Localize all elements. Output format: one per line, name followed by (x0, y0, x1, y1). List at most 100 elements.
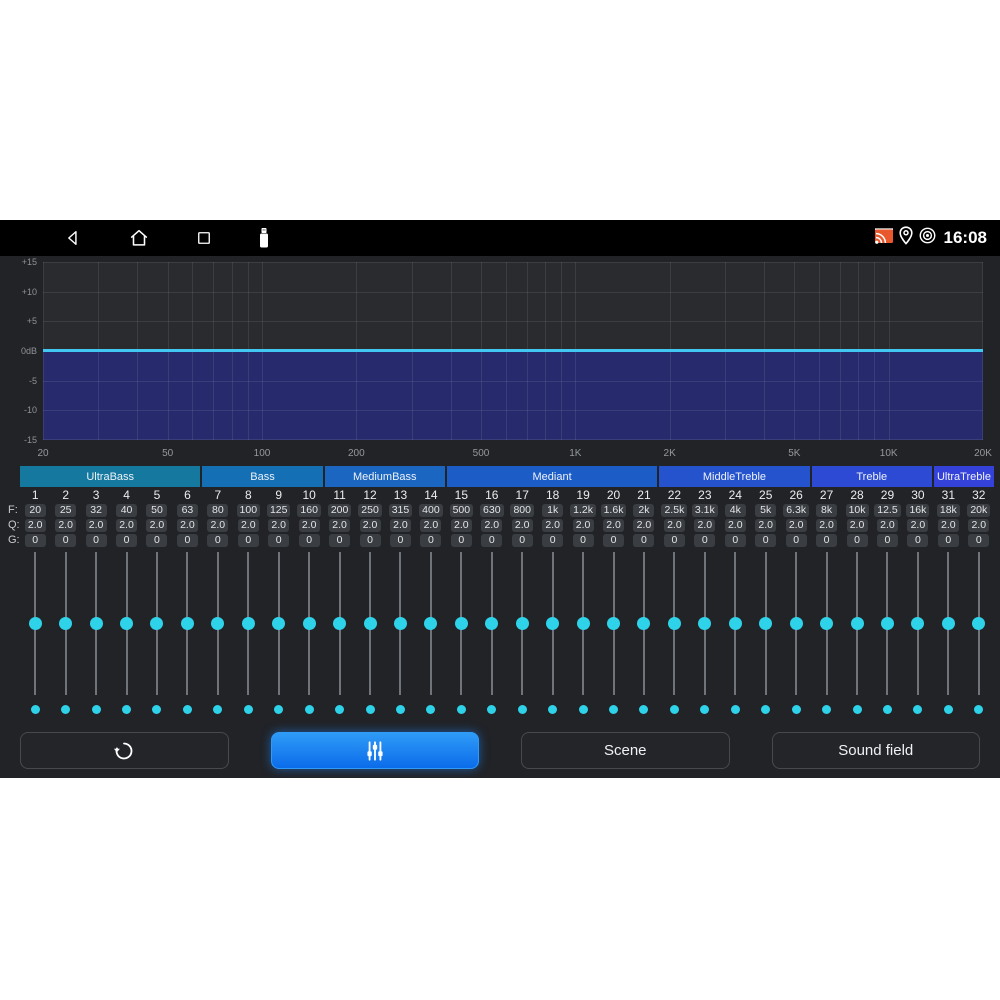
gain-slider-knob[interactable] (942, 617, 955, 630)
gain-slider-knob[interactable] (181, 617, 194, 630)
gain-slider-knob[interactable] (455, 617, 468, 630)
gain-slider[interactable] (751, 552, 781, 695)
gain-slider-knob[interactable] (29, 617, 42, 630)
gain-slider[interactable] (324, 552, 354, 695)
gain-slider[interactable] (385, 552, 415, 695)
gain-slider-knob[interactable] (364, 617, 377, 630)
gain-slider-knob[interactable] (820, 617, 833, 630)
frequency-tick-label: 20K (974, 448, 992, 459)
gain-slider-knob[interactable] (272, 617, 285, 630)
band-column: 222.5k2.00 (659, 487, 689, 714)
band-group-bass[interactable]: Bass (202, 466, 322, 487)
band-frequency-value: 10k (846, 504, 869, 517)
gain-slider-knob[interactable] (577, 617, 590, 630)
band-column: 81002.00 (233, 487, 263, 714)
band-group-treble[interactable]: Treble (812, 466, 932, 487)
gain-slider-knob[interactable] (881, 617, 894, 630)
gain-slider[interactable] (811, 552, 841, 695)
band-group-middletreble[interactable]: MiddleTreble (659, 466, 809, 487)
gain-slider-knob[interactable] (242, 617, 255, 630)
band-group-mediant[interactable]: Mediant (447, 466, 657, 487)
grid-line-horizontal (43, 439, 983, 440)
gain-slider[interactable] (20, 552, 50, 695)
band-column: 155002.00 (446, 487, 476, 714)
hotspot-icon (918, 226, 937, 250)
reset-button[interactable] (20, 732, 229, 769)
home-icon[interactable] (128, 227, 150, 249)
gain-slider-knob[interactable] (424, 617, 437, 630)
band-number: 13 (394, 487, 407, 504)
band-q-value: 2.0 (116, 519, 137, 532)
gain-slider[interactable] (416, 552, 446, 695)
gain-slider[interactable] (264, 552, 294, 695)
gain-slider-knob[interactable] (911, 617, 924, 630)
gain-slider-knob[interactable] (120, 617, 133, 630)
gain-slider-knob[interactable] (485, 617, 498, 630)
gain-slider[interactable] (720, 552, 750, 695)
band-frequency-value: 250 (358, 504, 382, 517)
gain-slider[interactable] (203, 552, 233, 695)
band-group-ultrabass[interactable]: UltraBass (20, 466, 200, 487)
gain-slider[interactable] (629, 552, 659, 695)
gain-slider-knob[interactable] (790, 617, 803, 630)
gain-slider[interactable] (690, 552, 720, 695)
gain-slider-knob[interactable] (759, 617, 772, 630)
gain-slider-knob[interactable] (972, 617, 985, 630)
gain-slider[interactable] (142, 552, 172, 695)
gain-slider-knob[interactable] (516, 617, 529, 630)
band-indicator-dot (639, 705, 648, 714)
gain-slider-knob[interactable] (668, 617, 681, 630)
back-icon[interactable] (63, 228, 83, 248)
gain-slider[interactable] (659, 552, 689, 695)
band-frequency-value: 125 (267, 504, 291, 517)
gain-slider-knob[interactable] (729, 617, 742, 630)
band-column: 4402.00 (111, 487, 141, 714)
band-frequency-value: 200 (328, 504, 352, 517)
response-curve (43, 349, 983, 352)
band-group-mediumbass[interactable]: MediumBass (325, 466, 445, 487)
gain-slider[interactable] (964, 552, 994, 695)
band-frequency-value: 400 (419, 504, 443, 517)
band-column: 3118k2.00 (933, 487, 963, 714)
band-frequency-value: 100 (237, 504, 261, 517)
gain-slider-knob[interactable] (698, 617, 711, 630)
scene-button[interactable]: Scene (521, 732, 730, 769)
gain-slider-knob[interactable] (394, 617, 407, 630)
gain-slider[interactable] (111, 552, 141, 695)
gain-slider[interactable] (81, 552, 111, 695)
gain-slider[interactable] (355, 552, 385, 695)
gain-slider-knob[interactable] (546, 617, 559, 630)
gain-slider[interactable] (507, 552, 537, 695)
gain-slider[interactable] (446, 552, 476, 695)
band-group-ultratreble[interactable]: UltraTreble (934, 466, 994, 487)
gain-slider[interactable] (294, 552, 324, 695)
recents-icon[interactable] (195, 229, 213, 247)
gain-slider-knob[interactable] (90, 617, 103, 630)
gain-slider[interactable] (568, 552, 598, 695)
band-indicator-dot (944, 705, 953, 714)
gain-slider-knob[interactable] (211, 617, 224, 630)
gain-slider[interactable] (172, 552, 202, 695)
gain-slider[interactable] (537, 552, 567, 695)
gain-slider[interactable] (233, 552, 263, 695)
gain-slider-knob[interactable] (637, 617, 650, 630)
gain-slider-knob[interactable] (333, 617, 346, 630)
sound-field-button[interactable]: Sound field (772, 732, 981, 769)
band-number: 28 (850, 487, 863, 504)
gain-slider[interactable] (872, 552, 902, 695)
gain-slider-knob[interactable] (303, 617, 316, 630)
gain-slider-knob[interactable] (150, 617, 163, 630)
gain-slider[interactable] (781, 552, 811, 695)
gain-slider[interactable] (50, 552, 80, 695)
gain-slider-knob[interactable] (851, 617, 864, 630)
band-column: 122502.00 (355, 487, 385, 714)
gain-slider[interactable] (933, 552, 963, 695)
gain-slider[interactable] (903, 552, 933, 695)
gain-slider[interactable] (598, 552, 628, 695)
equalizer-button[interactable] (271, 732, 480, 769)
gain-slider-knob[interactable] (607, 617, 620, 630)
gain-slider[interactable] (477, 552, 507, 695)
frequency-tick-label: 10K (880, 448, 898, 459)
gain-slider[interactable] (842, 552, 872, 695)
gain-slider-knob[interactable] (59, 617, 72, 630)
